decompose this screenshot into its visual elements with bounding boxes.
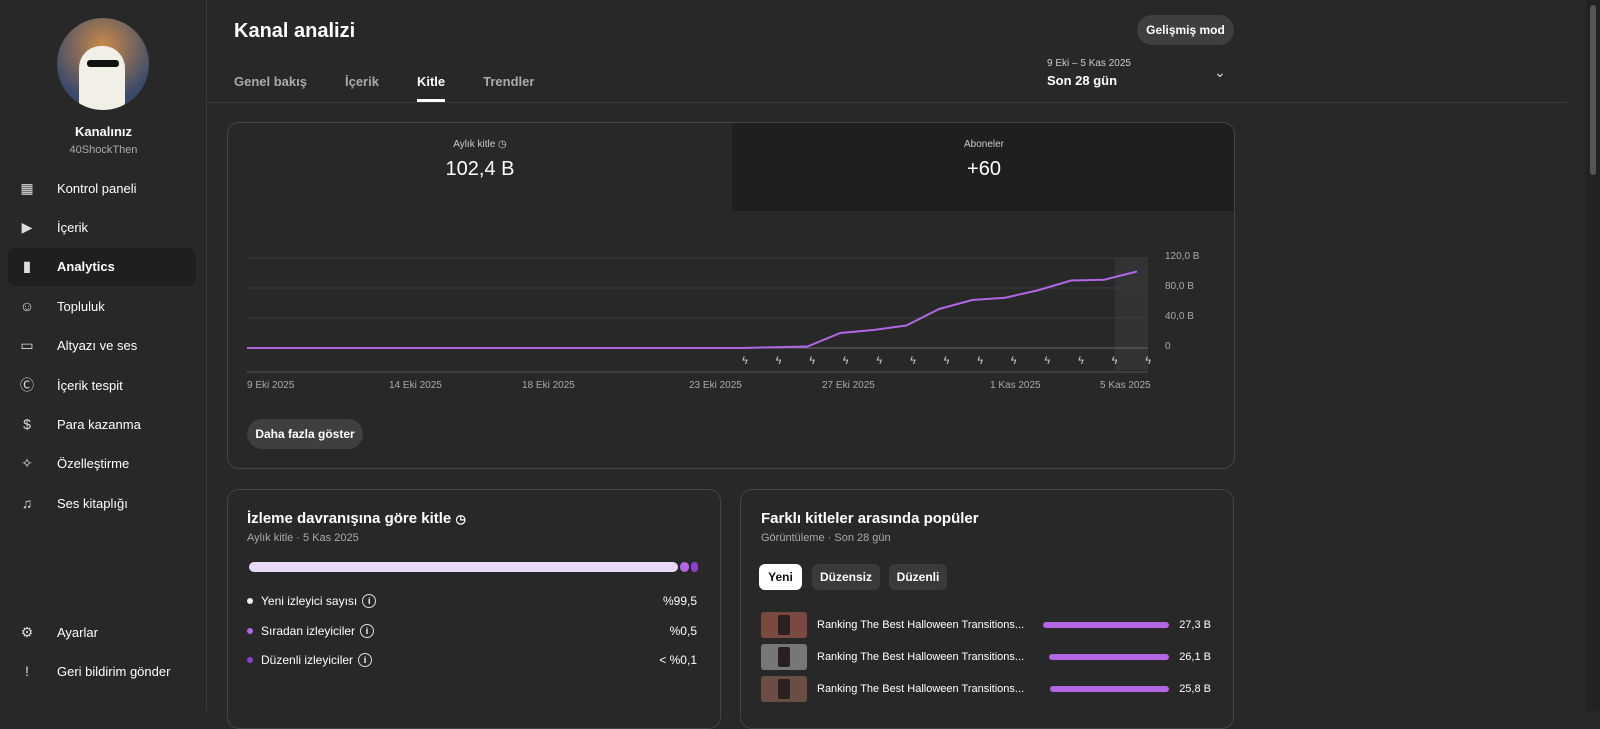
- behavior-subtitle: Aylık kitle · 5 Kas 2025: [247, 532, 359, 544]
- x-tick-label: 23 Eki 2025: [689, 380, 742, 391]
- x-tick-label: 18 Eki 2025: [522, 380, 575, 391]
- views-bar: [1043, 622, 1169, 628]
- clock-icon: ◷: [455, 512, 466, 526]
- shorts-icon[interactable]: ϟ: [944, 355, 950, 367]
- legend-dot: [247, 627, 253, 634]
- shorts-icon[interactable]: ϟ: [809, 355, 815, 367]
- views-value: 26,1 B: [1179, 651, 1211, 663]
- shorts-icon[interactable]: ϟ: [1011, 355, 1017, 367]
- shorts-icon[interactable]: ϟ: [1145, 355, 1151, 367]
- video-thumbnail[interactable]: [761, 612, 807, 638]
- x-tick-label: 27 Eki 2025: [822, 380, 875, 391]
- legend-dot: [247, 657, 253, 663]
- x-tick-label: 9 Eki 2025: [247, 380, 295, 391]
- legend-value: < %0,1: [659, 653, 697, 667]
- video-title[interactable]: Ranking The Best Halloween Transitions..…: [817, 651, 1024, 663]
- series-line: [247, 270, 1138, 349]
- video-row[interactable]: Ranking The Best Halloween Transitions..…: [761, 644, 1211, 670]
- x-tick-label: 1 Kas 2025: [990, 380, 1041, 391]
- video-thumbnail[interactable]: [761, 644, 807, 670]
- popular-title: Farklı kitleler arasında popüler: [761, 510, 979, 527]
- y-tick-label: 80,0 B: [1165, 281, 1194, 292]
- video-thumbnail[interactable]: [761, 676, 807, 702]
- legend-row: Düzenli izleyiciler i < %0,1: [247, 653, 697, 667]
- legend-label: Yeni izleyici sayısı: [261, 594, 358, 608]
- info-icon[interactable]: i: [360, 623, 375, 638]
- video-title[interactable]: Ranking The Best Halloween Transitions..…: [817, 683, 1024, 695]
- shorts-icon[interactable]: ϟ: [1112, 355, 1118, 367]
- y-tick-label: 0: [1165, 341, 1171, 352]
- chip-casual[interactable]: Düzensiz: [812, 564, 880, 590]
- video-row[interactable]: Ranking The Best Halloween Transitions..…: [761, 612, 1211, 638]
- chip-new[interactable]: Yeni: [759, 564, 802, 590]
- legend-label: Düzenli izleyiciler: [261, 653, 354, 667]
- views-value: 25,8 B: [1179, 683, 1211, 695]
- views-value: 27,3 B: [1179, 619, 1211, 631]
- stack-segment: [691, 562, 698, 572]
- shorts-icon[interactable]: ϟ: [910, 355, 916, 367]
- shorts-icon[interactable]: ϟ: [977, 355, 983, 367]
- stack-segment: [249, 562, 678, 572]
- video-row[interactable]: Ranking The Best Halloween Transitions..…: [761, 676, 1211, 702]
- y-tick-label: 120,0 B: [1165, 251, 1200, 262]
- legend-row: Sıradan izleyiciler i %0,5: [247, 623, 697, 638]
- legend-value: %0,5: [669, 623, 697, 638]
- y-tick-label: 40,0 B: [1165, 311, 1194, 322]
- legend-value: %99,5: [662, 594, 697, 608]
- chip-regular[interactable]: Düzenli: [889, 564, 947, 590]
- video-title[interactable]: Ranking The Best Halloween Transitions..…: [817, 619, 1024, 631]
- behavior-title: İzleme davranışına göre kitle ◷: [247, 510, 466, 527]
- shorts-icon[interactable]: ϟ: [843, 355, 849, 367]
- info-icon[interactable]: i: [362, 594, 377, 608]
- shorts-icon[interactable]: ϟ: [776, 355, 782, 367]
- x-tick-label: 5 Kas 2025: [1100, 380, 1151, 391]
- shorts-icon[interactable]: ϟ: [742, 355, 748, 367]
- shorts-icon[interactable]: ϟ: [1044, 355, 1050, 367]
- views-bar: [1048, 654, 1169, 660]
- behavior-stacked-bar: [249, 562, 698, 572]
- shorts-icon[interactable]: ϟ: [876, 355, 882, 367]
- stack-segment: [680, 562, 689, 572]
- shorts-icon[interactable]: ϟ: [1078, 355, 1084, 367]
- show-more-button[interactable]: Daha fazla göster: [247, 419, 363, 449]
- legend-row: Yeni izleyici sayısı i %99,5: [247, 594, 697, 608]
- popular-subtitle: Görüntüleme · Son 28 gün: [761, 532, 891, 544]
- views-bar: [1049, 686, 1169, 692]
- legend-label: Sıradan izleyiciler: [261, 623, 356, 638]
- legend-dot: [247, 598, 253, 604]
- x-tick-label: 14 Eki 2025: [389, 380, 442, 391]
- info-icon[interactable]: i: [358, 653, 373, 667]
